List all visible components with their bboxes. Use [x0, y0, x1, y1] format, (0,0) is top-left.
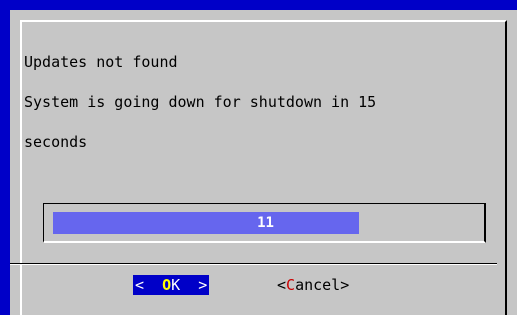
- ok-button-left-bracket: <: [135, 276, 145, 294]
- ok-button-label-rest: K: [171, 276, 181, 294]
- message-line-1: Updates not found: [24, 53, 178, 71]
- progress-gauge: 11: [53, 212, 478, 234]
- dialog-message: Updates not found System is going down f…: [24, 32, 484, 172]
- cancel-button-right-bracket: >: [340, 276, 350, 294]
- message-line-3: seconds: [24, 133, 88, 151]
- button-row: < OK > <Cancel>: [0, 273, 517, 297]
- ok-button[interactable]: < OK >: [133, 275, 210, 295]
- progress-gauge-label: 11: [257, 215, 274, 231]
- button-separator: [10, 263, 497, 265]
- message-line-2: System is going down for shutdown in 15: [24, 93, 377, 111]
- cancel-button-label-rest: ancel: [295, 276, 341, 294]
- ok-button-hotkey: O: [162, 276, 172, 294]
- ok-button-right-bracket: >: [198, 276, 208, 294]
- cancel-button-hotkey: C: [286, 276, 296, 294]
- cancel-button[interactable]: <Cancel>: [277, 275, 349, 295]
- cancel-button-left-bracket: <: [277, 276, 287, 294]
